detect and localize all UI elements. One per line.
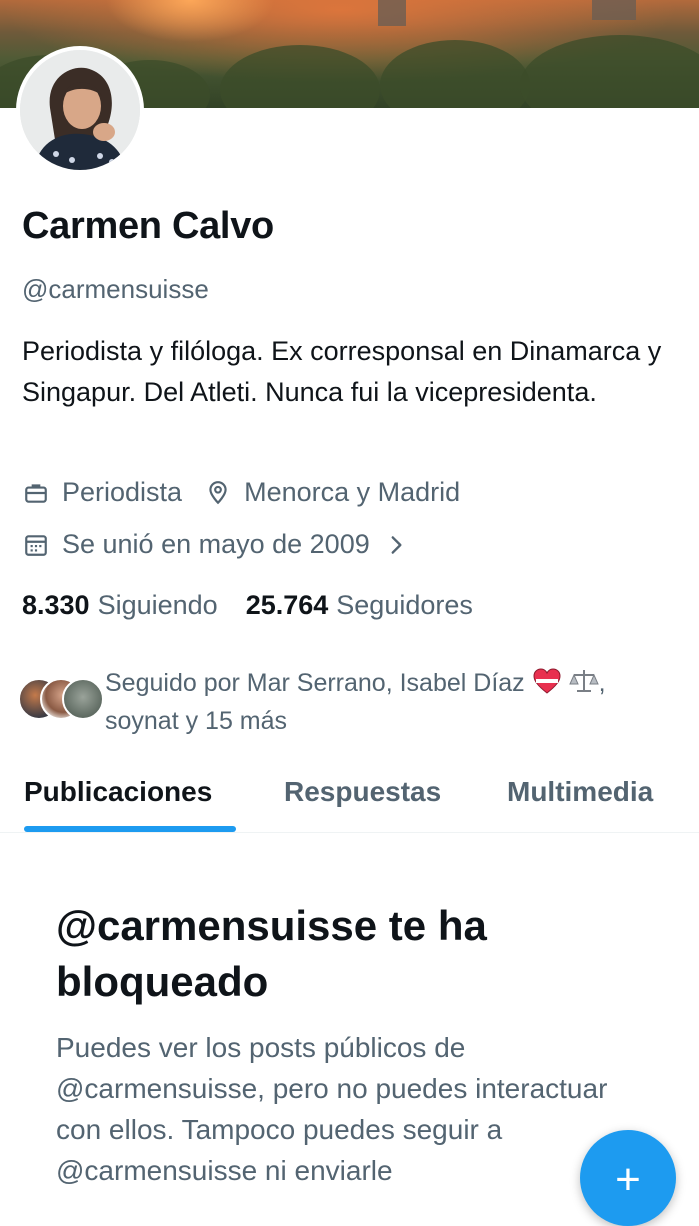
blocked-title: @carmensuisse te ha bloqueado	[56, 902, 487, 1005]
avatar-photo	[20, 50, 140, 170]
profile-tabs: Publicaciones Respuestas Multimedia	[0, 760, 699, 833]
location-pin-icon	[204, 479, 232, 507]
followed-by-text[interactable]: Seguido por Mar Serrano, Isabel Díaz , s…	[105, 664, 675, 740]
joined-row[interactable]: Se unió en mayo de 2009	[22, 529, 422, 560]
scales-emoji	[568, 670, 599, 692]
profile-handle: @carmensuisse	[22, 274, 209, 304]
tab-multimedia[interactable]: Multimedia	[507, 776, 653, 808]
followed-by-names: Seguido por Mar Serrano, Isabel Díaz	[105, 669, 525, 697]
calendar-icon	[22, 531, 50, 559]
mutual-avatar	[62, 678, 104, 720]
followers-link[interactable]: 25.764 Seguidores	[246, 590, 473, 621]
tab-respuestas[interactable]: Respuestas	[284, 776, 441, 808]
follow-stats: 8.330 Siguiendo 25.764 Seguidores	[22, 590, 473, 621]
profile-name: Carmen Calvo	[22, 205, 274, 247]
profile-meta-row: Periodista Menorca y Madrid	[22, 477, 460, 508]
chevron-right-icon[interactable]	[382, 531, 410, 559]
active-tab-indicator	[24, 826, 236, 832]
followers-count: 25.764	[245, 590, 329, 620]
location-label: Menorca y Madrid	[244, 477, 461, 507]
plus-icon: +	[615, 1155, 641, 1204]
briefcase-icon	[22, 479, 50, 507]
profile-bio: Periodista y filóloga. Ex corresponsal e…	[22, 336, 662, 407]
tab-publicaciones[interactable]: Publicaciones	[24, 776, 212, 808]
profession-label: Periodista	[62, 477, 183, 507]
followers-label: Seguidores	[336, 590, 473, 620]
following-link[interactable]: 8.330 Siguiendo	[22, 590, 218, 621]
joined-label: Se unió en mayo de 2009	[62, 529, 370, 559]
following-label: Siguiendo	[97, 590, 218, 620]
mutual-followers-avatars[interactable]	[18, 678, 104, 720]
blocked-description: Puedes ver los posts públicos de @carmen…	[56, 1032, 608, 1186]
profile-avatar[interactable]	[16, 46, 144, 174]
heart-emoji	[533, 668, 561, 694]
following-count: 8.330	[22, 590, 90, 620]
compose-post-button[interactable]: +	[580, 1130, 676, 1226]
